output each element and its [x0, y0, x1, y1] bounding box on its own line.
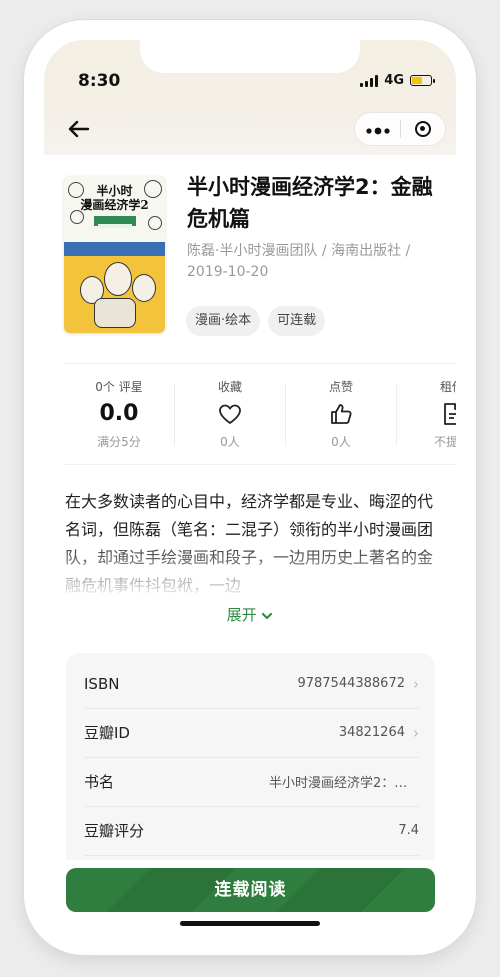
cover-illustration — [74, 258, 156, 328]
stat-rent[interactable]: 租借 不提供 — [397, 364, 456, 464]
description-fade — [44, 540, 456, 640]
like-label: 点赞 — [328, 380, 353, 394]
cover-logo-lettering — [98, 224, 132, 228]
stat-like[interactable]: 点赞 0人 — [286, 364, 396, 464]
favorite-label: 收藏 — [217, 380, 242, 394]
tag-category[interactable]: 漫画·绘本 — [186, 306, 261, 336]
tag-serial[interactable]: 可连载 — [268, 306, 326, 336]
document-icon — [444, 403, 456, 425]
rating-sub: 满分5分 — [97, 435, 141, 449]
mini-program-capsule — [354, 112, 446, 146]
expand-label: 展开 — [226, 606, 257, 624]
heart-icon — [219, 404, 241, 424]
favorite-count: 0人 — [220, 435, 240, 449]
rating-value: 0.0 — [99, 401, 139, 426]
rent-sub: 不提供 — [433, 435, 456, 449]
info-value: 9787544388672 — [297, 676, 405, 691]
chevron-right-icon: › — [413, 723, 419, 742]
info-value: 34821264 — [338, 725, 405, 740]
book-title: 半小时漫画经济学2：金融危机篇 — [187, 175, 433, 231]
info-row-book-name: 书名 半小时漫画经济学2：金融危机篇 — [84, 757, 419, 807]
battery-icon — [410, 75, 435, 86]
info-key: ISBN — [84, 674, 120, 693]
target-icon — [414, 121, 431, 137]
status-indicators: 4G — [360, 73, 435, 88]
more-button[interactable] — [355, 119, 400, 140]
ellipsis-icon — [365, 127, 390, 134]
signal-icon — [360, 74, 379, 87]
network-label: 4G — [384, 73, 404, 88]
cover-band — [64, 242, 165, 256]
stat-rating[interactable]: 0个 评星 0.0 满分5分 — [64, 364, 174, 464]
expand-button[interactable]: 展开 — [44, 604, 456, 625]
chevron-right-icon: › — [413, 674, 419, 693]
cover-logo — [94, 216, 136, 228]
cover-title: 半小时 漫画经济学2 — [80, 184, 149, 212]
tag-list: 漫画·绘本 可连载 — [186, 306, 326, 336]
home-indicator — [180, 921, 320, 926]
phone-frame: 8:30 4G 半小时 漫画经济学2 半小时漫画经济学2：金融危机篇 陈磊·半小… — [24, 20, 476, 955]
info-value: 半小时漫画经济学2：金融危机篇 — [269, 776, 419, 791]
rent-label: 租借 — [439, 380, 456, 394]
status-time: 8:30 — [78, 71, 121, 91]
arrow-left-icon — [68, 120, 90, 138]
info-key: 豆瓣评分 — [84, 822, 145, 840]
info-row-isbn[interactable]: ISBN 9787544388672 › — [84, 659, 419, 709]
info-key: 书名 — [84, 773, 115, 791]
book-cover[interactable]: 半小时 漫画经济学2 — [64, 176, 165, 333]
info-key: 豆瓣ID — [84, 724, 130, 742]
thumbs-up-icon — [331, 404, 352, 424]
info-row-douban-score: 豆瓣评分 7.4 — [84, 806, 419, 856]
info-row-douban-id[interactable]: 豆瓣ID 34821264 › — [84, 708, 419, 758]
back-button[interactable] — [66, 116, 96, 146]
book-meta[interactable]: 陈磊·半小时漫画团队 / 海南出版社 / 2019-10-20 — [187, 241, 437, 283]
info-value: 7.4 — [398, 823, 419, 838]
device-notch — [140, 40, 360, 73]
close-miniprogram-button[interactable] — [401, 121, 445, 137]
chevron-down-icon — [262, 612, 273, 619]
app-screen: 8:30 4G 半小时 漫画经济学2 半小时漫画经济学2：金融危机篇 陈磊·半小… — [44, 40, 456, 935]
rating-label: 0个 评星 — [95, 380, 143, 394]
stat-favorite[interactable]: 收藏 0人 — [175, 364, 285, 464]
like-count: 0人 — [331, 435, 351, 449]
read-button[interactable]: 连载阅读 — [66, 868, 435, 912]
stats-bar: 0个 评星 0.0 满分5分 收藏 0人 点赞 0人 租 不提 — [64, 363, 456, 465]
